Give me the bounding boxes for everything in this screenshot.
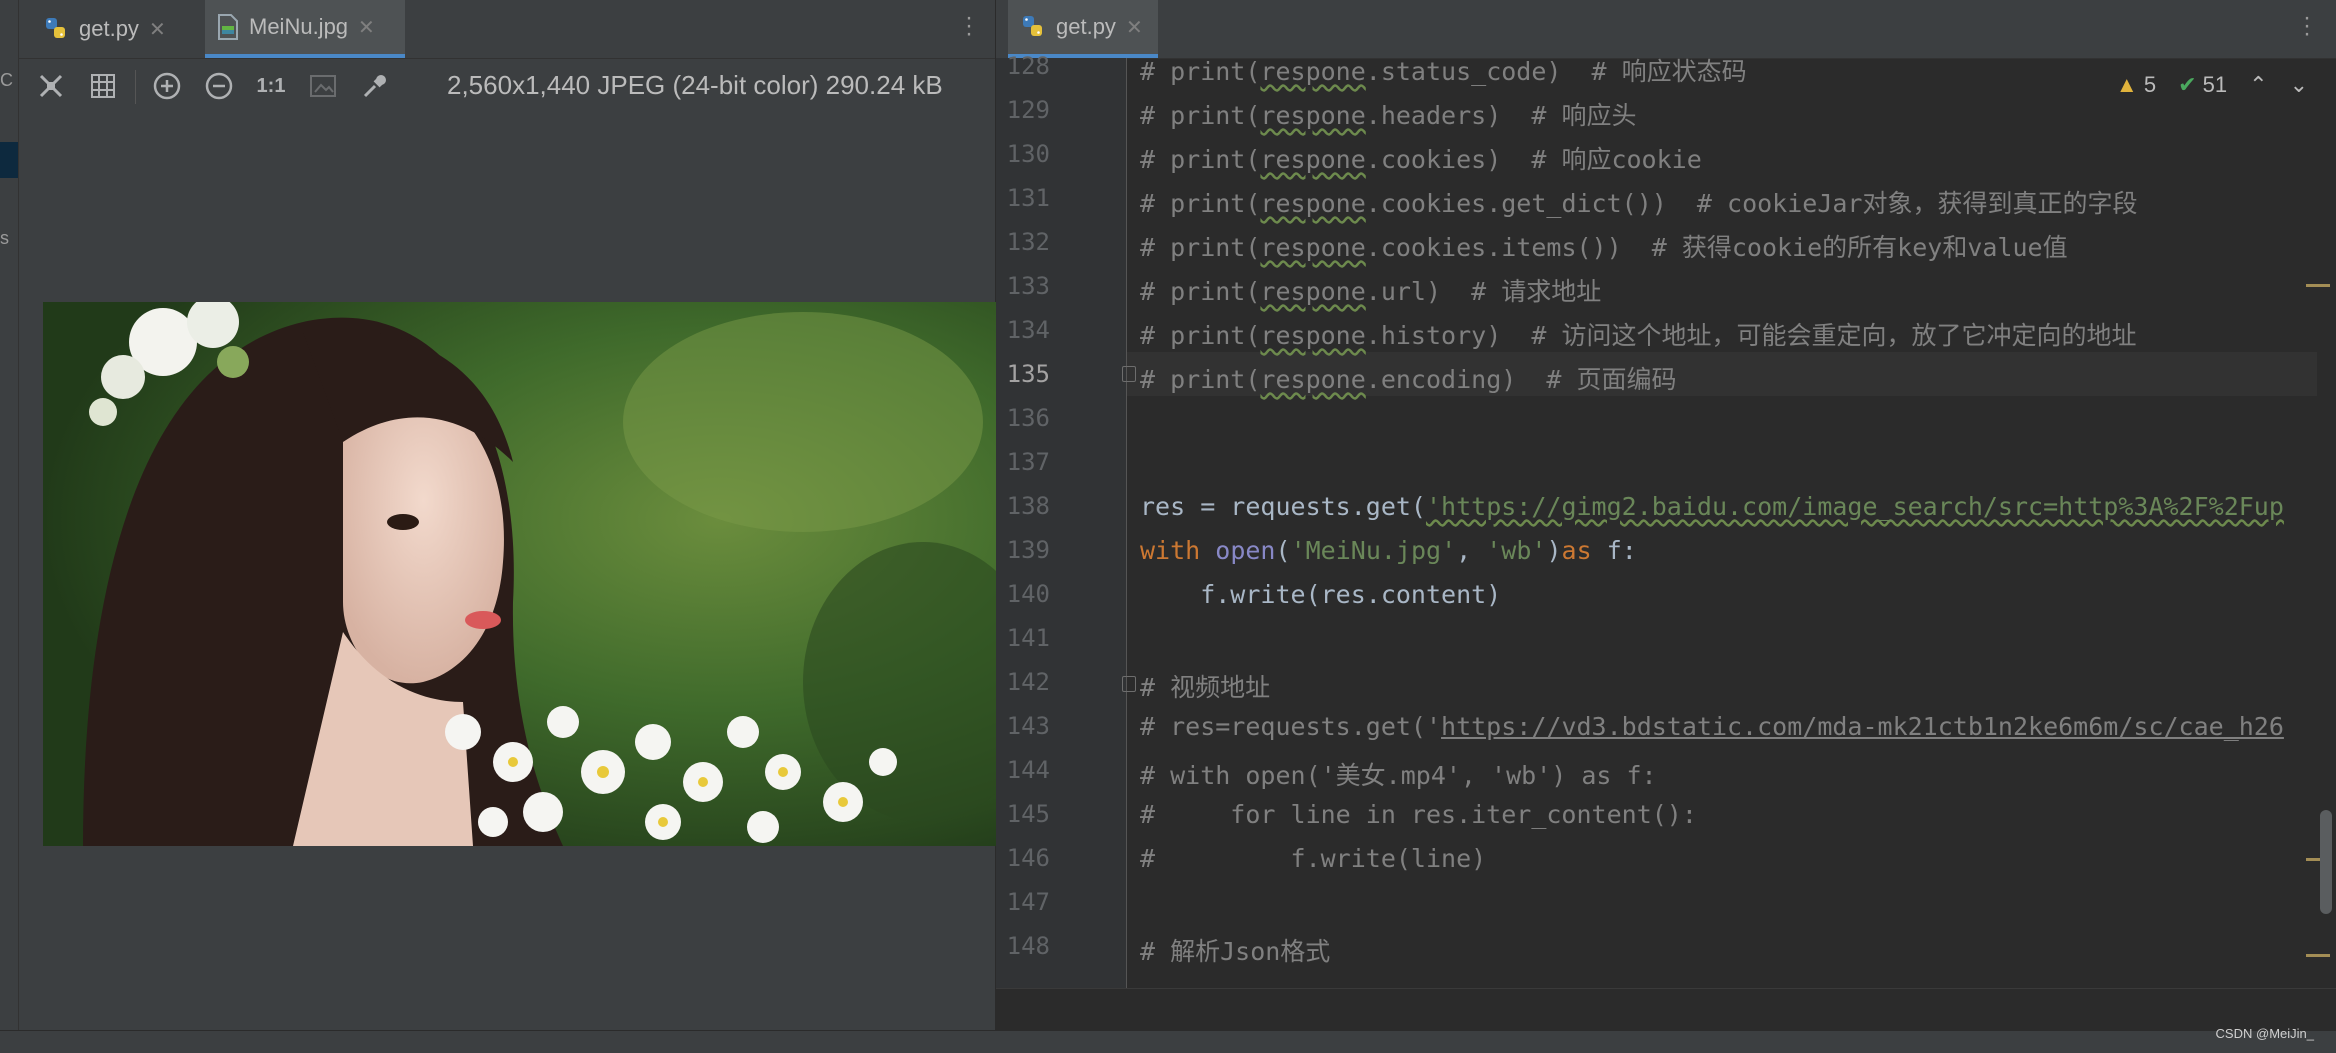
line-number: 147 [1006,888,1050,916]
line-number: 136 [1006,404,1050,432]
line-number: 133 [1006,272,1050,300]
status-bar [0,1030,2336,1053]
line-number-gutter: 128 129 130 131 132 133 134 135 136 137 … [996,52,1127,988]
more-options-icon[interactable]: · · · [964,6,974,46]
side-strip-letter-mid: s [0,228,9,248]
python-file-icon [1023,16,1042,36]
line-number: 128 [1006,52,1050,80]
check-icon: ✔ [2178,72,2197,97]
line-number: 130 [1006,140,1050,168]
code-line[interactable]: # 解析Json格式 [1140,932,1330,968]
code-line-current[interactable]: # print(respone.encoding) # 页面编码 [1140,360,1677,396]
line-number: 138 [1006,492,1050,520]
code-line[interactable]: # print(respone.cookies) # 响应cookie [1140,140,1702,176]
line-number: 140 [1006,580,1050,608]
code-line[interactable]: # print(respone.status_code) # 响应状态码 [1140,52,1747,88]
close-icon[interactable]: ✕ [149,17,166,42]
line-number: 137 [1006,448,1050,476]
image-file-icon [218,14,238,40]
tab-get-py-right[interactable]: get.py ✕ [1008,0,1158,58]
editor-horizontal-scroll-area[interactable] [996,988,2336,1031]
line-number: 139 [1006,536,1050,564]
image-viewer-panel: get.py ✕ MeiNu.jpg ✕ · · · 1:1 2,560x1,440… [19,0,1009,1030]
scroll-thumb[interactable] [2320,810,2332,914]
code-line[interactable]: # print(respone.cookies.get_dict()) # co… [1140,184,2137,220]
line-number: 132 [1006,228,1050,256]
side-tool-selected[interactable] [0,142,18,178]
code-line[interactable]: # print(respone.headers) # 响应头 [1140,96,1636,132]
code-line[interactable]: # res=requests.get('https://vd3.bdstatic… [1140,712,2284,741]
code-editor-panel: get.py ✕ · · · 128 129 130 131 132 133 134… [996,0,2336,1031]
actual-size-button[interactable]: 1:1 [255,70,287,102]
zoom-out-icon[interactable] [203,70,235,102]
code-line[interactable]: # for line in res.iter_content(): [1140,800,1697,829]
code-line[interactable]: # print(respone.url) # 请求地址 [1140,272,1601,308]
close-icon[interactable]: ✕ [1126,15,1143,40]
line-number: 142 [1006,668,1050,696]
watermark: CSDN @MeiJin_ [2215,1026,2314,1041]
side-strip-letter-top: C [0,70,13,90]
code-line[interactable]: # 视频地址 [1140,668,1270,704]
tab-meinu-jpg[interactable]: MeiNu.jpg ✕ [205,0,405,58]
code-line[interactable]: f.write(res.content) [1140,580,1501,609]
toolbar-divider [135,70,136,104]
image-preview [43,302,1009,846]
grid-icon[interactable] [87,70,119,102]
line-number: 129 [1006,96,1050,124]
inspection-widget[interactable]: ▲ 5 ✔ 51 ⌃ ⌄ [2116,72,2308,98]
code-line[interactable]: # print(respone.cookies.items()) # 获得coo… [1140,228,2068,264]
tab-label: MeiNu.jpg [249,14,349,39]
image-info-label: 2,560x1,440 JPEG (24-bit color) 290.24 k… [447,70,943,100]
code-line[interactable]: # print(respone.history) # 访问这个地址，可能会重定向… [1140,316,2136,352]
more-options-icon[interactable]: · · · [2302,6,2312,46]
zoom-in-icon[interactable] [151,70,183,102]
close-icon[interactable]: ✕ [358,15,375,40]
error-stripe-marker[interactable] [2306,284,2330,287]
line-number: 146 [1006,844,1050,872]
tab-get-py-left[interactable]: get.py ✕ [31,0,203,58]
fit-to-window-icon[interactable] [35,70,67,102]
chevron-up-icon[interactable]: ⌃ [2249,72,2267,98]
code-line[interactable]: with open('MeiNu.jpg', 'wb')as f: [1140,536,1637,565]
chevron-down-icon[interactable]: ⌄ [2290,72,2308,98]
code-line[interactable]: # f.write(line) [1140,844,1486,873]
tab-label: get.py [79,16,139,41]
background-toggle-icon[interactable] [307,70,339,102]
code-line[interactable]: res = requests.get('https://gimg2.baidu.… [1140,492,2284,521]
python-file-icon [46,18,65,38]
line-number: 148 [1006,932,1050,960]
warning-counter[interactable]: ▲ 5 [2116,72,2156,98]
current-line-number: 135 [1006,360,1050,388]
left-tab-bar: get.py ✕ MeiNu.jpg ✕ · · · [19,0,995,59]
color-picker-icon[interactable] [359,70,391,102]
fold-marker-icon[interactable] [1122,676,1136,692]
line-number: 134 [1006,316,1050,344]
right-tab-bar: get.py ✕ · · · [996,0,2336,59]
tab-label: get.py [1056,14,1116,39]
line-number: 141 [1006,624,1050,652]
code-line[interactable]: # with open('美女.mp4', 'wb') as f: [1140,756,1657,792]
line-number: 145 [1006,800,1050,828]
line-number: 131 [1006,184,1050,212]
side-tool-strip: C s [0,0,19,1030]
ok-counter[interactable]: ✔ 51 [2178,72,2227,98]
warning-icon: ▲ [2115,72,2138,97]
line-number: 143 [1006,712,1050,740]
line-number: 144 [1006,756,1050,784]
fold-marker-icon[interactable] [1122,366,1136,382]
error-stripe-marker[interactable] [2306,954,2330,957]
